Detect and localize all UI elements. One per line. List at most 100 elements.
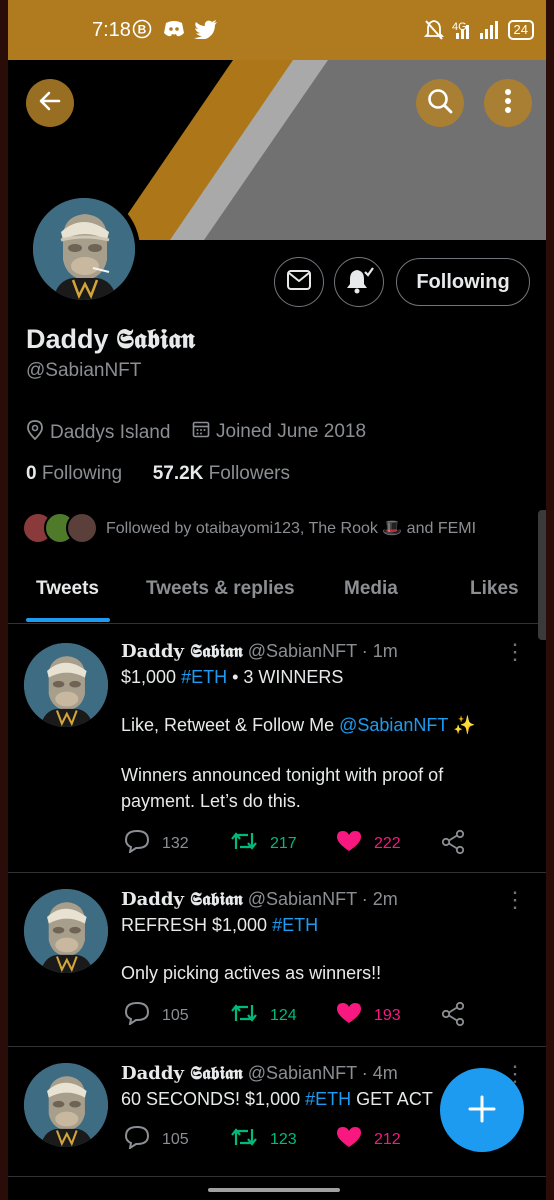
app-frame: 7:18 B 4G 24 Following Daddy 𝕾𝖆𝖇𝖎𝖆𝖓 @Sab…	[8, 0, 546, 1200]
tweet-header: Daddy 𝕾𝖆𝖇𝖎𝖆𝖓 @SabianNFT · 4m	[121, 1063, 398, 1084]
hashtag-link[interactable]: #ETH	[272, 915, 318, 935]
profile-tabs: Tweets Tweets & replies Media Likes	[8, 560, 546, 624]
svg-text:B: B	[138, 23, 147, 37]
tweet-header: Daddy 𝕾𝖆𝖇𝖎𝖆𝖓 @SabianNFT · 2m	[121, 889, 398, 910]
compose-tweet-button[interactable]	[440, 1068, 524, 1152]
retweet-count: 217	[270, 834, 297, 852]
notifications-button[interactable]	[334, 257, 384, 307]
like-button[interactable]: 212	[336, 1125, 401, 1154]
location-pin-icon	[26, 420, 44, 446]
follow-counts: 0 Following 57.2K Followers	[26, 463, 290, 485]
retweet-button[interactable]: 123	[230, 1125, 297, 1154]
tweet-time: · 2m	[361, 889, 398, 909]
tweet-text: • 3 WINNERS	[227, 667, 344, 687]
tweet-author-handle: @SabianNFT	[247, 889, 357, 909]
tweet-author-name: Daddy 𝕾𝖆𝖇𝖎𝖆𝖓	[121, 889, 243, 910]
tweet-author-handle: @SabianNFT	[247, 641, 357, 661]
tweet-more-icon[interactable]: ⋮	[504, 889, 526, 911]
home-indicator[interactable]	[208, 1188, 340, 1192]
retweet-icon	[230, 1125, 258, 1154]
profile-name: Daddy 𝕾𝖆𝖇𝖎𝖆𝖓	[26, 324, 195, 354]
tweet-author-name: Daddy 𝕾𝖆𝖇𝖎𝖆𝖓	[121, 641, 243, 662]
retweet-icon	[230, 829, 258, 858]
profile-location: Daddys Island	[26, 420, 170, 446]
status-bar: 7:18 B 4G 24	[8, 0, 546, 60]
search-button[interactable]	[416, 79, 464, 127]
tweet-text-line: REFRESH $1,000 #ETH	[121, 915, 318, 936]
follower-avatar	[66, 512, 98, 544]
tweet[interactable]: Daddy 𝕾𝖆𝖇𝖎𝖆𝖓 @SabianNFT · 1m ⋮ $1,000 #E…	[8, 625, 546, 873]
envelope-icon	[286, 269, 312, 296]
location-text: Daddys Island	[50, 422, 171, 443]
b-circle-icon: B	[132, 19, 152, 45]
heart-icon	[336, 1001, 362, 1030]
reply-button[interactable]: 132	[124, 829, 189, 858]
retweet-count: 124	[270, 1006, 297, 1024]
like-button[interactable]: 193	[336, 1001, 401, 1030]
share-icon	[440, 829, 466, 860]
reply-button[interactable]: 105	[124, 1125, 189, 1154]
search-icon	[426, 87, 454, 120]
reply-icon	[124, 829, 150, 858]
tweet-author-name: Daddy 𝕾𝖆𝖇𝖎𝖆𝖓	[121, 1063, 243, 1084]
discord-icon	[162, 19, 186, 45]
tweet[interactable]: Daddy 𝕾𝖆𝖇𝖎𝖆𝖓 @SabianNFT · 2m ⋮ REFRESH $…	[8, 873, 546, 1047]
tab-likes[interactable]: Likes	[470, 578, 519, 600]
tweet-text: Like, Retweet & Follow Me	[121, 715, 340, 735]
tweet-author-handle: @SabianNFT	[247, 1063, 357, 1083]
following-button[interactable]: Following	[396, 258, 530, 306]
tab-tweets[interactable]: Tweets	[36, 578, 99, 600]
followed-by[interactable]: Followed by otaibayomi123, The Rook 🎩 an…	[22, 508, 476, 548]
like-count: 222	[374, 834, 401, 852]
profile-joined: Joined June 2018	[192, 420, 366, 444]
tweet-text: REFRESH $1,000	[121, 915, 273, 935]
profile-handle: @SabianNFT	[26, 360, 142, 381]
mute-icon	[423, 19, 445, 47]
share-button[interactable]	[440, 829, 466, 860]
back-button[interactable]	[26, 79, 74, 127]
mention-link[interactable]: @SabianNFT	[339, 715, 448, 735]
message-button[interactable]	[274, 257, 324, 307]
retweet-button[interactable]: 124	[230, 1001, 297, 1030]
status-time: 7:18	[92, 19, 131, 41]
tweet-header: Daddy 𝕾𝖆𝖇𝖎𝖆𝖓 @SabianNFT · 1m	[121, 641, 398, 662]
heart-icon	[336, 1125, 362, 1154]
heart-icon	[336, 829, 362, 858]
tweet-text-line: Like, Retweet & Follow Me @SabianNFT ✨	[121, 715, 476, 736]
reply-count: 132	[162, 834, 189, 852]
reply-button[interactable]: 105	[124, 1001, 189, 1030]
tweet-text: GET ACT	[351, 1089, 433, 1109]
twitter-bird-icon	[194, 19, 218, 45]
reply-icon	[124, 1125, 150, 1154]
tab-tweets-replies[interactable]: Tweets & replies	[146, 578, 295, 600]
tab-media[interactable]: Media	[344, 578, 398, 600]
like-count: 193	[374, 1006, 401, 1024]
more-vertical-icon	[504, 88, 512, 119]
hashtag-link[interactable]: #ETH	[181, 667, 227, 687]
following-count-link[interactable]: 0 Following	[26, 463, 122, 484]
tweet-more-icon[interactable]: ⋮	[504, 641, 526, 663]
tweet-avatar[interactable]	[24, 889, 108, 973]
hashtag-link[interactable]: #ETH	[305, 1089, 351, 1109]
retweet-button[interactable]: 217	[230, 829, 297, 858]
tweet-text-line: 60 SECONDS! $1,000 #ETH GET ACT	[121, 1089, 433, 1110]
tweet-avatar[interactable]	[24, 643, 108, 727]
reply-count: 105	[162, 1006, 189, 1024]
like-count: 212	[374, 1130, 401, 1148]
signal-bars-icon	[454, 19, 500, 45]
retweet-count: 123	[270, 1130, 297, 1148]
profile-avatar[interactable]	[28, 193, 140, 305]
tweet-text-line: payment. Let’s do this.	[121, 791, 301, 811]
reply-icon	[124, 1001, 150, 1030]
following-label: Following	[41, 463, 123, 484]
like-button[interactable]: 222	[336, 829, 401, 858]
share-icon	[440, 1001, 466, 1032]
tweet-avatar[interactable]	[24, 1063, 108, 1147]
share-button[interactable]	[440, 1001, 466, 1032]
tweet-time: · 1m	[361, 641, 398, 661]
scrollbar[interactable]	[538, 510, 546, 640]
followed-by-text: Followed by otaibayomi123, The Rook 🎩 an…	[106, 520, 477, 537]
followers-count-link[interactable]: 57.2K Followers	[153, 463, 290, 484]
reply-count: 105	[162, 1130, 189, 1148]
more-button[interactable]	[484, 79, 532, 127]
